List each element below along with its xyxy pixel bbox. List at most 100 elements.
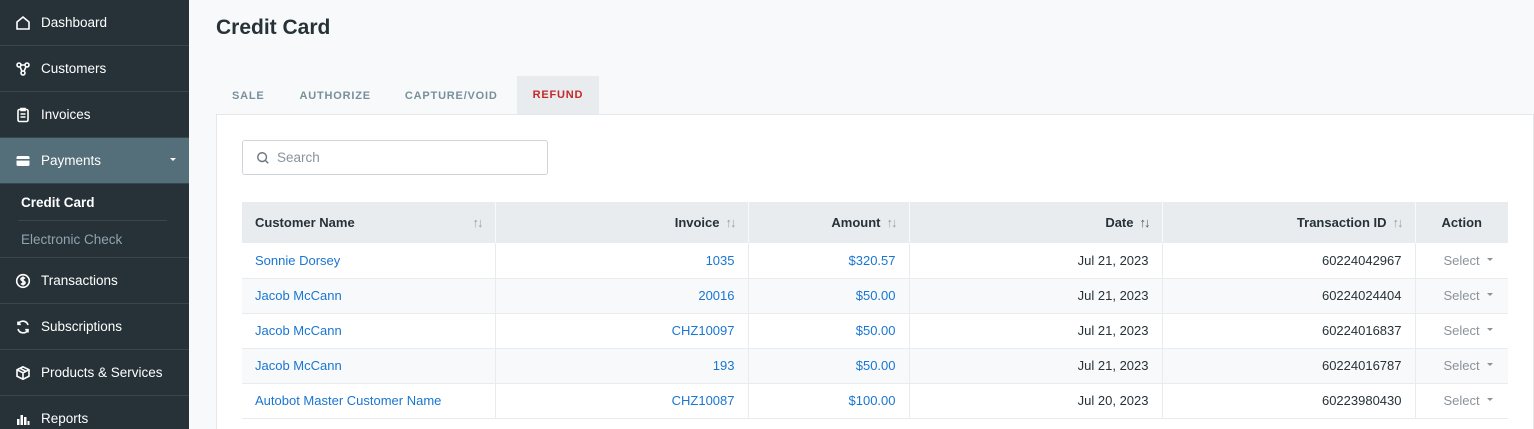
invoice-link[interactable]: 1035 — [495, 243, 749, 279]
page-title: Credit Card — [216, 16, 331, 39]
sort-icon[interactable]: ↑↓ — [1140, 215, 1151, 230]
search-box — [242, 140, 548, 175]
tab-refund[interactable]: REFUND — [516, 76, 600, 115]
invoice-link[interactable]: CHZ10087 — [495, 383, 749, 419]
card-icon — [14, 152, 32, 170]
sidebar-item-reports[interactable]: Reports — [0, 396, 189, 429]
column-header-date[interactable]: Date ↑↓ — [909, 202, 1163, 243]
sidebar-item-label: Invoices — [41, 107, 91, 122]
customer-name-link[interactable]: Sonnie Dorsey — [242, 243, 496, 279]
transaction-id-cell: 60224016837 — [1162, 313, 1416, 349]
table-row: Autobot Master Customer Name CHZ10087 $1… — [242, 383, 1508, 419]
column-header-label: Amount — [831, 215, 881, 230]
action-select[interactable]: Select — [1415, 243, 1508, 279]
customer-name-link[interactable]: Jacob McCann — [242, 313, 496, 349]
tab-authorize[interactable]: AUTHORIZE — [281, 76, 388, 115]
chevron-down-icon — [1486, 328, 1493, 332]
invoice-icon — [14, 106, 32, 124]
transaction-id-cell: 60224042967 — [1162, 243, 1416, 279]
action-select[interactable]: Select — [1415, 348, 1508, 384]
table-row: Jacob McCann 20016 $50.00 Jul 21, 2023 6… — [242, 278, 1508, 314]
sidebar-item-label: Products & Services — [41, 365, 163, 380]
amount-link[interactable]: $320.57 — [748, 243, 910, 279]
invoice-link[interactable]: 193 — [495, 348, 749, 384]
sidebar-item-transactions[interactable]: Transactions — [0, 258, 189, 304]
action-select[interactable]: Select — [1415, 278, 1508, 314]
search-icon — [257, 151, 269, 164]
chevron-down-icon — [1486, 363, 1493, 367]
sort-icon[interactable]: ↑↓ — [726, 215, 737, 230]
tab-sale[interactable]: SALE — [216, 76, 281, 115]
sidebar-subitem-credit-card[interactable]: Credit Card — [0, 184, 189, 220]
tab-capture-void[interactable]: CAPTURE/VOID — [388, 76, 517, 115]
sidebar-item-customers[interactable]: Customers — [0, 46, 189, 92]
table-row: Sonnie Dorsey 1035 $320.57 Jul 21, 2023 … — [242, 243, 1508, 279]
sort-icon[interactable]: ↑↓ — [887, 215, 898, 230]
column-header-label: Invoice — [674, 215, 720, 230]
sidebar-item-invoices[interactable]: Invoices — [0, 92, 189, 138]
table-row: Jacob McCann CHZ10097 $50.00 Jul 21, 202… — [242, 313, 1508, 349]
amount-link[interactable]: $50.00 — [748, 278, 910, 314]
transactions-table: Customer Name ↑↓ Invoice ↑↓ Amount ↑↓ Date ↑… — [242, 202, 1508, 419]
action-select-label: Select — [1443, 358, 1480, 373]
column-header-label: Customer Name — [255, 215, 355, 230]
column-header-label: Action — [1441, 215, 1482, 230]
chart-icon — [14, 410, 32, 428]
column-header-action: Action — [1415, 202, 1508, 243]
sort-icon[interactable]: ↑↓ — [473, 215, 484, 230]
column-header-transaction-id[interactable]: Transaction ID ↑↓ — [1162, 202, 1416, 243]
refresh-icon — [14, 318, 32, 336]
sidebar-item-payments[interactable]: Payments — [0, 138, 189, 184]
action-select[interactable]: Select — [1415, 383, 1508, 419]
sidebar-item-dashboard[interactable]: Dashboard — [0, 0, 189, 46]
sidebar-item-label: Transactions — [41, 273, 118, 288]
customer-name-link[interactable]: Autobot Master Customer Name — [242, 383, 496, 419]
customer-name-link[interactable]: Jacob McCann — [242, 348, 496, 384]
customers-icon — [14, 60, 32, 78]
dollar-icon — [14, 272, 32, 290]
refund-panel: Customer Name ↑↓ Invoice ↑↓ Amount ↑↓ Date ↑… — [216, 114, 1534, 429]
chevron-down-icon — [170, 158, 176, 161]
box-icon — [14, 364, 32, 382]
amount-link[interactable]: $50.00 — [748, 348, 910, 384]
sidebar-item-label: Reports — [41, 411, 89, 426]
sidebar-item-subscriptions[interactable]: Subscriptions — [0, 304, 189, 350]
search-input[interactable] — [277, 150, 537, 165]
table-header-row: Customer Name ↑↓ Invoice ↑↓ Amount ↑↓ Date ↑… — [242, 202, 1508, 243]
amount-link[interactable]: $50.00 — [748, 313, 910, 349]
column-header-customer-name[interactable]: Customer Name ↑↓ — [242, 202, 496, 243]
amount-link[interactable]: $100.00 — [748, 383, 910, 419]
chevron-down-icon — [1486, 293, 1493, 297]
sidebar-subitem-electronic-check[interactable]: Electronic Check — [0, 221, 189, 257]
date-cell: Jul 21, 2023 — [909, 313, 1163, 349]
chevron-down-icon — [1486, 257, 1493, 261]
column-header-invoice[interactable]: Invoice ↑↓ — [495, 202, 749, 243]
sidebar: Dashboard Customers Invoices Payments Cr… — [0, 0, 189, 429]
customer-name-link[interactable]: Jacob McCann — [242, 278, 496, 314]
action-select[interactable]: Select — [1415, 313, 1508, 349]
action-select-label: Select — [1443, 393, 1480, 408]
column-header-amount[interactable]: Amount ↑↓ — [748, 202, 910, 243]
action-select-label: Select — [1443, 252, 1480, 268]
table-row: Jacob McCann 193 $50.00 Jul 21, 2023 602… — [242, 348, 1508, 384]
invoice-link[interactable]: CHZ10097 — [495, 313, 749, 349]
action-select-label: Select — [1443, 288, 1480, 303]
home-icon — [14, 14, 32, 32]
tab-bar: SALE AUTHORIZE CAPTURE/VOID REFUND — [216, 76, 600, 115]
transaction-id-cell: 60223980430 — [1162, 383, 1416, 419]
column-header-label: Transaction ID — [1296, 215, 1387, 230]
date-cell: Jul 21, 2023 — [909, 348, 1163, 384]
sidebar-item-products-services[interactable]: Products & Services — [0, 350, 189, 396]
invoice-link[interactable]: 20016 — [495, 278, 749, 314]
date-cell: Jul 21, 2023 — [909, 278, 1163, 314]
sidebar-item-label: Subscriptions — [41, 319, 123, 334]
sidebar-item-label: Dashboard — [41, 15, 108, 30]
transaction-id-cell: 60224024404 — [1162, 278, 1416, 314]
sidebar-item-label: Payments — [41, 153, 102, 168]
chevron-down-icon — [1486, 398, 1493, 402]
date-cell: Jul 21, 2023 — [909, 243, 1163, 279]
sort-icon[interactable]: ↑↓ — [1393, 215, 1404, 230]
column-header-label: Date — [1105, 215, 1134, 230]
sidebar-item-label: Customers — [41, 61, 107, 76]
transaction-id-cell: 60224016787 — [1162, 348, 1416, 384]
